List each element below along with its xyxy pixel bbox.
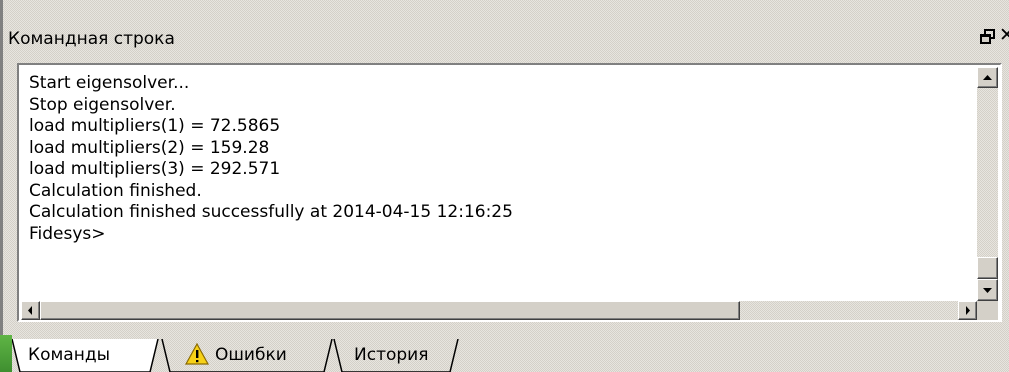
scroll-thumb[interactable] (977, 257, 998, 279)
vertical-scrollbar[interactable] (977, 67, 998, 301)
scroll-up-button[interactable] (977, 67, 998, 88)
scroll-left-button[interactable] (21, 301, 40, 320)
console-line: Fidesys> (29, 223, 106, 244)
scroll-thumb-horizontal[interactable] (40, 301, 740, 320)
background-decoration (0, 335, 12, 372)
tab-bar: Команды Ошибки История (12, 339, 612, 372)
console-line: load multipliers(3) = 292.571 (29, 159, 281, 179)
tab-commands[interactable]: Команды (28, 345, 110, 365)
float-window-icon[interactable] (980, 27, 996, 47)
close-icon[interactable]: ✕ (999, 25, 1009, 45)
warning-icon (185, 343, 209, 365)
console-line: Stop eigensolver. (29, 94, 176, 115)
left-border (0, 0, 3, 372)
console-line: Calculation finished successfully at 201… (29, 202, 513, 222)
horizontal-scrollbar[interactable] (21, 301, 977, 320)
tab-history[interactable]: История (354, 345, 428, 365)
tab-errors[interactable]: Ошибки (215, 345, 287, 365)
console-line: load multipliers(2) = 159.28 (29, 137, 270, 158)
arrow-right-icon (966, 306, 970, 315)
console-line: load multipliers(1) = 72.5865 (29, 116, 281, 136)
arrow-up-icon (983, 75, 992, 80)
console-output-area[interactable]: Start eigensolver... Stop eigensolver. loa… (17, 63, 1002, 322)
console-line: Calculation finished. (29, 180, 202, 201)
arrow-left-icon (28, 306, 32, 315)
command-line-panel: Командная строка ✕ Start eigensolver... S… (0, 0, 1009, 372)
panel-title: Командная строка (8, 29, 175, 49)
scroll-corner (977, 301, 998, 320)
scroll-right-button[interactable] (958, 301, 977, 320)
console-output: Start eigensolver... Stop eigensolver. loa… (29, 73, 513, 245)
console-line: Start eigensolver... (29, 73, 190, 93)
scroll-down-button[interactable] (977, 279, 998, 301)
arrow-down-icon (983, 288, 992, 293)
